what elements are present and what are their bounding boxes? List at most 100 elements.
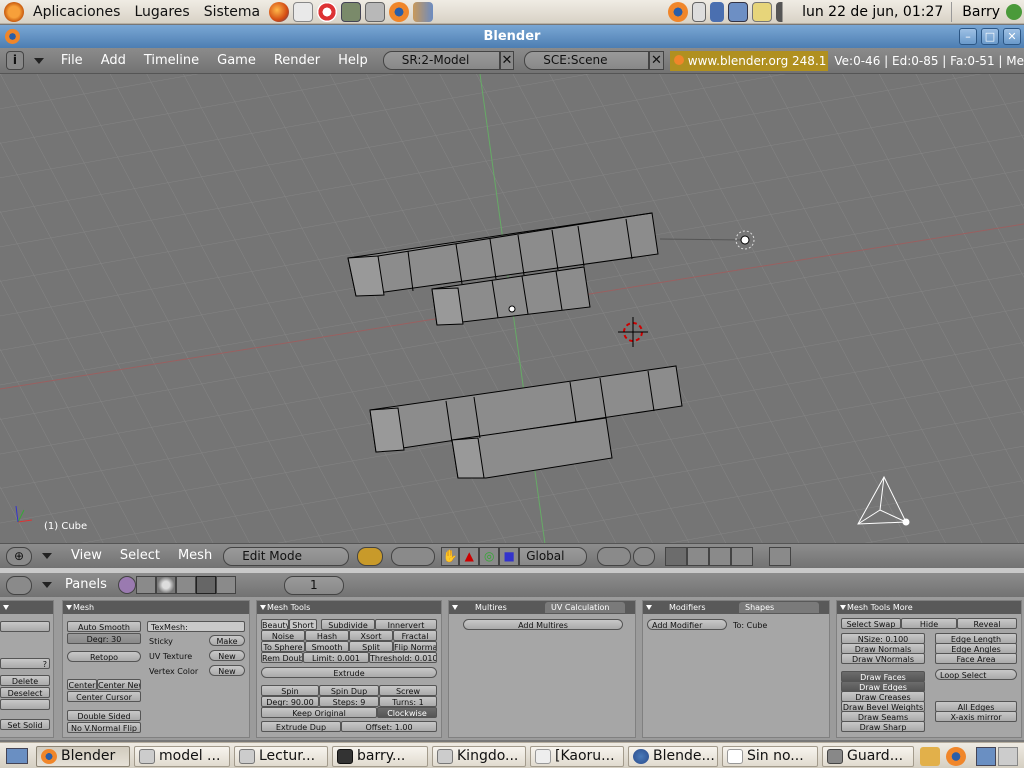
menu-select[interactable]: Select <box>111 543 169 569</box>
center-button[interactable]: Center <box>67 679 97 690</box>
translate-icon[interactable]: ▲ <box>459 546 480 566</box>
object-context-icon[interactable] <box>175 576 196 594</box>
menu-add[interactable]: Add <box>92 48 135 74</box>
rotate-icon[interactable]: ◎ <box>479 546 500 566</box>
offset-field[interactable]: Offset: 1.00 <box>341 721 437 732</box>
close-button[interactable]: ✕ <box>1003 28 1021 45</box>
retopo-button[interactable]: Retopo <box>67 651 141 662</box>
mail-icon[interactable] <box>293 1 314 22</box>
panel-meshtools-title[interactable]: Mesh Tools <box>257 601 441 614</box>
bluetooth-icon[interactable] <box>710 1 725 22</box>
add-modifier-button[interactable]: Add Modifier <box>647 619 727 630</box>
tab-modifiers[interactable]: Modifiers <box>663 602 712 613</box>
menu-mesh[interactable]: Mesh <box>169 543 221 569</box>
left-blank-button[interactable] <box>0 699 50 710</box>
x-axis-mirror-toggle[interactable]: X-axis mirror <box>935 711 1017 722</box>
user-name[interactable]: Barry <box>952 4 1004 20</box>
task-barry[interactable]: barry... <box>332 746 428 767</box>
rem-doubl-button[interactable]: Rem Doubl <box>261 652 303 663</box>
subdivide-button[interactable]: Subdivide <box>321 619 375 630</box>
task-lectur[interactable]: Lectur... <box>234 746 328 767</box>
task-guardar[interactable]: Guard... <box>822 746 914 767</box>
viewport-canvas[interactable] <box>0 74 1024 544</box>
blender-url[interactable]: www.blender.org 248.1 <box>669 50 829 71</box>
calculator-icon[interactable] <box>341 1 362 22</box>
noise-button[interactable]: Noise <box>261 630 305 641</box>
help-icon[interactable] <box>317 1 338 22</box>
texmesh-field[interactable]: TexMesh: <box>147 621 245 632</box>
logic-context-icon[interactable] <box>117 576 136 594</box>
flip-normal-button[interactable]: Flip Normal <box>393 641 437 652</box>
java-tray-icon[interactable] <box>920 747 940 766</box>
3d-viewport[interactable]: (1) Cube <box>0 74 1024 544</box>
hash-button[interactable]: Hash <box>305 630 349 641</box>
task-blende[interactable]: Blende... <box>628 746 718 767</box>
vertex-select-icon[interactable] <box>665 546 688 566</box>
menu-game[interactable]: Game <box>208 48 265 74</box>
screw-button[interactable]: Screw <box>379 685 437 696</box>
buttons-type-icon[interactable] <box>6 575 32 595</box>
workspace-1[interactable] <box>976 747 996 766</box>
no-vnormal-flip-button[interactable]: No V.Normal Flip <box>67 722 141 733</box>
task-model[interactable]: model ... <box>134 746 230 767</box>
delete-scene-button[interactable]: ✕ <box>649 51 664 70</box>
deselect-button[interactable]: Deselect <box>0 687 50 698</box>
workspace-2[interactable] <box>998 747 1018 766</box>
center-new-button[interactable]: Center New <box>97 679 141 690</box>
pivot-icon[interactable] <box>391 546 436 566</box>
task-sin-nombre[interactable]: Sin no... <box>722 746 818 767</box>
clock[interactable]: lun 22 de jun, 01:27 <box>794 4 951 20</box>
shutdown-icon[interactable] <box>1006 3 1022 20</box>
notes-icon[interactable] <box>752 1 773 22</box>
draw-vnormals-toggle[interactable]: Draw VNormals <box>841 653 925 664</box>
double-sided-button[interactable]: Double Sided <box>67 710 141 721</box>
edge-select-icon[interactable] <box>687 546 710 566</box>
blender-tray-icon[interactable] <box>668 1 689 22</box>
tab-uv-calculation[interactable]: UV Calculation <box>545 602 625 613</box>
mode-selector[interactable]: Edit Mode <box>223 546 350 566</box>
draw-type-icon[interactable] <box>357 546 384 566</box>
volume-icon[interactable] <box>776 1 793 22</box>
menu-lugares[interactable]: Lugares <box>127 0 196 24</box>
blender-launcher-icon[interactable] <box>389 1 410 22</box>
clockwise-toggle[interactable]: Clockwise <box>377 707 437 718</box>
ubuntu-logo-icon[interactable] <box>4 1 24 22</box>
extrude-button[interactable]: Extrude <box>261 667 437 678</box>
orientation-selector[interactable]: Global <box>519 546 588 566</box>
vcol-new-button[interactable]: New <box>209 665 245 676</box>
tray-device-icon[interactable] <box>692 1 707 22</box>
menu-file[interactable]: File <box>52 48 92 74</box>
spin-dup-button[interactable]: Spin Dup <box>319 685 379 696</box>
minimize-button[interactable]: – <box>959 28 977 45</box>
turns-field[interactable]: Turns: 1 <box>379 696 437 707</box>
split-button[interactable]: Split <box>349 641 393 652</box>
steps-field[interactable]: Steps: 9 <box>319 696 379 707</box>
short-toggle[interactable]: Short <box>289 619 317 630</box>
menu-render[interactable]: Render <box>265 48 329 74</box>
buttons-collapse-icon[interactable] <box>42 582 52 588</box>
smooth-button[interactable]: Smooth <box>305 641 349 652</box>
fractal-button[interactable]: Fractal <box>393 630 437 641</box>
keep-original-toggle[interactable]: Keep Original <box>261 707 377 718</box>
view-type-icon[interactable]: ⊕ <box>6 546 32 566</box>
task-kaoru[interactable]: [Kaoru... <box>530 746 624 767</box>
left-field[interactable] <box>0 621 50 632</box>
to-sphere-button[interactable]: To Sphere <box>261 641 305 652</box>
editing-context-icon[interactable] <box>195 576 216 594</box>
collapse-arrow-icon[interactable] <box>33 57 44 64</box>
limit-field[interactable]: Limit: 0.001 <box>303 652 369 663</box>
delete-screen-button[interactable]: ✕ <box>499 51 515 70</box>
users-icon[interactable] <box>413 1 434 22</box>
network-icon[interactable] <box>728 1 749 22</box>
menu-sistema[interactable]: Sistema <box>197 0 267 24</box>
tab-multires[interactable]: Multires <box>469 602 513 613</box>
menu-help[interactable]: Help <box>329 48 377 74</box>
blender-tray-icon-bottom[interactable] <box>946 747 966 766</box>
screen-selector[interactable]: SR:2-Model <box>382 51 500 70</box>
menu-view[interactable]: View <box>62 543 111 569</box>
reveal-button[interactable]: Reveal <box>957 618 1017 629</box>
task-kingdo[interactable]: Kingdo... <box>432 746 526 767</box>
auto-smooth-button[interactable]: Auto Smooth <box>67 621 141 632</box>
firefox-icon[interactable] <box>269 1 290 22</box>
threshold-field[interactable]: Threshold: 0.010 <box>369 652 437 663</box>
